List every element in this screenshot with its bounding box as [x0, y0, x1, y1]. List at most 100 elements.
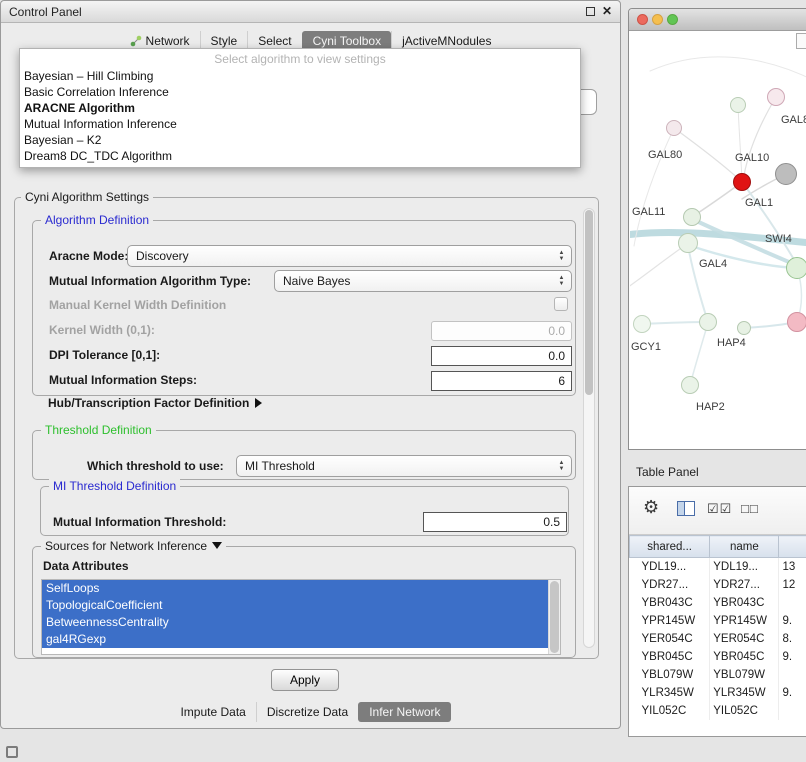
mi-steps-input[interactable]: 6 [431, 371, 572, 391]
stepper-icon: ▲▼ [555, 458, 568, 474]
node-attribute-table: shared...name YDL19...YDL19...13YDR27...… [629, 535, 806, 720]
deselect-all-checkboxes-icon[interactable]: □□ [741, 501, 759, 516]
aracne-mode-select[interactable]: Discovery ▲▼ [127, 245, 572, 267]
network-node[interactable] [787, 312, 806, 332]
table-cell: YPR145W [710, 612, 779, 630]
table-row[interactable]: YBL079WYBL079W [630, 666, 806, 684]
table-cell: YBL079W [710, 666, 779, 684]
which-threshold-select[interactable]: MI Threshold ▲▼ [236, 455, 572, 477]
table-panel: Table Panel ⚙ ☑☑ □□ shared...name YDL19.… [628, 460, 806, 737]
column-header[interactable] [779, 536, 806, 558]
attribute-item[interactable]: BetweennessCentrality [42, 614, 548, 631]
table-cell: 9. [779, 648, 806, 666]
attributes-scrollbar[interactable] [548, 580, 560, 654]
table-cell: YIL052C [710, 702, 779, 720]
algorithm-option[interactable]: Mutual Information Inference [20, 116, 580, 132]
float-panel-icon[interactable] [586, 7, 595, 16]
network-node[interactable] [666, 120, 682, 136]
table-row[interactable]: YDL19...YDL19...13 [630, 558, 806, 576]
table-cell [779, 666, 806, 684]
tab-label: Network [146, 34, 190, 48]
network-node[interactable] [733, 173, 751, 191]
network-node[interactable] [767, 88, 785, 106]
table-header-row[interactable]: shared...name [630, 536, 806, 558]
kernel-width-input[interactable]: 0.0 [431, 321, 572, 341]
table-cell: YBR045C [630, 648, 710, 666]
bottom-tabbar: Impute DataDiscretize DataInfer Network [1, 700, 620, 724]
column-header[interactable]: name [710, 536, 779, 558]
algorithm-definition-group: Algorithm Definition Aracne Mode: Discov… [32, 220, 576, 396]
network-node[interactable] [730, 97, 746, 113]
tab-label: jActiveMNodules [402, 34, 491, 48]
table-cell [779, 594, 806, 612]
network-node[interactable] [699, 313, 717, 331]
control-panel-titlebar: Control Panel ✕ [1, 1, 620, 23]
canvas-overlay-box[interactable] [796, 33, 806, 49]
select-all-checkboxes-icon[interactable]: ☑☑ [707, 501, 732, 517]
hub-tf-definition-label: Hub/Transcription Factor Definition [48, 396, 249, 410]
threshold-definition-group: Threshold Definition Which threshold to … [32, 430, 576, 480]
table-panel-body: ⚙ ☑☑ □□ shared...name YDL19...YDL19...13… [628, 486, 806, 737]
table-row[interactable]: YPR145WYPR145W9. [630, 612, 806, 630]
network-node[interactable] [678, 233, 698, 253]
network-node-label: GAL10 [735, 152, 769, 164]
hub-tf-definition-toggle[interactable]: Hub/Transcription Factor Definition [48, 396, 262, 410]
column-header[interactable]: shared... [630, 536, 710, 558]
network-node[interactable] [775, 163, 797, 185]
algorithm-option[interactable]: Dream8 DC_TDC Algorithm [20, 148, 580, 164]
table-cell: 9. [779, 612, 806, 630]
attribute-item[interactable]: TopologicalCoefficient [42, 597, 548, 614]
minimize-traffic-light-icon[interactable] [652, 14, 663, 25]
algorithm-option[interactable]: Basic Correlation Inference [20, 84, 580, 100]
network-node[interactable] [786, 257, 806, 279]
table-row[interactable]: YLR345WYLR345W9. [630, 684, 806, 702]
network-node-label: SWI4 [765, 233, 792, 245]
table-row[interactable]: YBR043CYBR043C [630, 594, 806, 612]
tab-label: Cyni Toolbox [313, 34, 381, 48]
network-node-label: HAP2 [696, 401, 725, 413]
manual-kernel-width-checkbox[interactable] [554, 297, 568, 311]
manual-kernel-width-label: Manual Kernel Width Definition [49, 298, 226, 312]
table-row[interactable]: YER054CYER054C8. [630, 630, 806, 648]
network-node[interactable] [633, 315, 651, 333]
network-node[interactable] [683, 208, 701, 226]
network-node-label: GCY1 [631, 341, 661, 353]
network-node-label: GAL11 [632, 206, 665, 218]
mi-steps-label: Mutual Information Steps: [49, 373, 197, 387]
network-node[interactable] [737, 321, 751, 335]
threshold-definition-legend: Threshold Definition [41, 423, 156, 437]
attribute-item[interactable]: SelfLoops [42, 580, 548, 597]
column-selector-icon[interactable] [677, 501, 695, 516]
settings-scrollbar[interactable] [583, 208, 595, 648]
bottom-tab-impute-data[interactable]: Impute Data [170, 702, 255, 722]
apply-button[interactable]: Apply [271, 669, 339, 691]
network-node[interactable] [681, 376, 699, 394]
bottom-tab-discretize-data[interactable]: Discretize Data [256, 702, 358, 722]
table-row[interactable]: YBR045CYBR045C9. [630, 648, 806, 666]
control-panel-window: Control Panel ✕ NetworkStyleSelectCyni T… [0, 0, 621, 729]
network-view-window: GAL8GAL80GAL10GAL11GAL1SWI4GAL4GCY1HAP4H… [628, 8, 806, 450]
network-canvas[interactable]: GAL8GAL80GAL10GAL11GAL1SWI4GAL4GCY1HAP4H… [630, 31, 806, 448]
mi-threshold-input[interactable]: 0.5 [423, 512, 567, 532]
collapsed-panel-icon[interactable] [6, 746, 18, 758]
close-icon[interactable]: ✕ [602, 5, 612, 17]
kernel-width-label: Kernel Width (0,1): [49, 323, 155, 337]
table-row[interactable]: YIL052CYIL052C [630, 702, 806, 720]
mi-algorithm-type-select[interactable]: Naive Bayes ▲▼ [274, 270, 572, 292]
gear-icon[interactable]: ⚙ [643, 497, 659, 518]
table-cell: YPR145W [630, 612, 710, 630]
collapse-right-icon [255, 398, 262, 408]
attribute-item[interactable]: gal4RGexp [42, 631, 548, 648]
algorithm-option[interactable]: ARACNE Algorithm [20, 100, 580, 116]
aracne-mode-label: Aracne Mode: [49, 249, 128, 263]
table-cell: YBR045C [710, 648, 779, 666]
algorithm-option[interactable]: Bayesian – Hill Climbing [20, 68, 580, 84]
algorithm-option[interactable]: Bayesian – K2 [20, 132, 580, 148]
close-traffic-light-icon[interactable] [637, 14, 648, 25]
sources-legend[interactable]: Sources for Network Inference [41, 539, 226, 553]
zoom-traffic-light-icon[interactable] [667, 14, 678, 25]
network-node-label: GAL8 [781, 114, 806, 126]
table-row[interactable]: YDR27...YDR27...12 [630, 576, 806, 594]
dpi-tolerance-input[interactable]: 0.0 [431, 346, 572, 366]
bottom-tab-infer-network[interactable]: Infer Network [358, 702, 450, 722]
